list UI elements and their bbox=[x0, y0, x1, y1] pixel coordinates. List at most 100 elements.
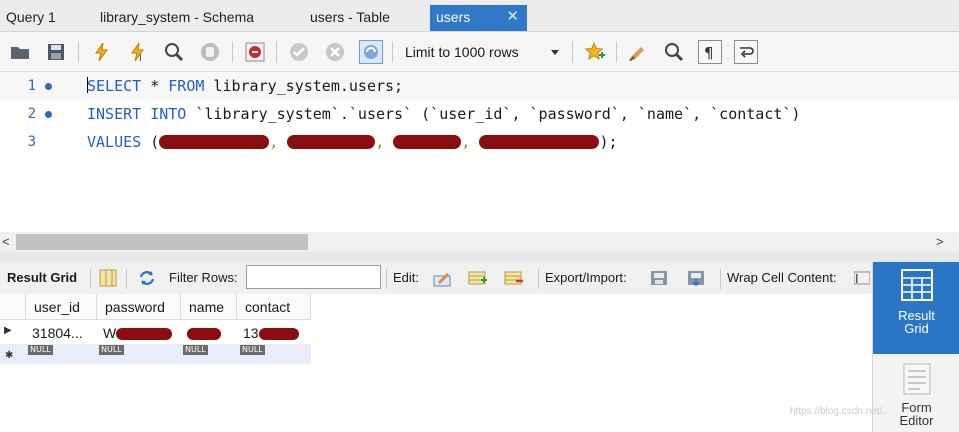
column-header-contact[interactable]: contact bbox=[237, 294, 311, 320]
toolbar-separator bbox=[276, 41, 277, 63]
code-token: * bbox=[141, 77, 169, 95]
editor-line-2: 2 INSERT INTO `library_system`.`users` (… bbox=[0, 100, 959, 128]
tab-label: Query 1 bbox=[6, 9, 56, 25]
grid-columns-icon[interactable] bbox=[98, 268, 118, 288]
redacted-value bbox=[187, 328, 221, 340]
toolbar-separator bbox=[572, 41, 573, 63]
stop-hand-icon[interactable] bbox=[198, 40, 222, 64]
execute-current-lightning-icon[interactable]: I bbox=[126, 40, 150, 64]
insert-row-icon[interactable] bbox=[467, 268, 487, 288]
form-editor-view-button[interactable]: Form Editor bbox=[873, 358, 959, 432]
code-token: library_system.users; bbox=[204, 77, 404, 95]
wrap-cell-content-label: Wrap Cell Content: bbox=[727, 270, 837, 285]
rollback-x-icon[interactable] bbox=[323, 40, 347, 64]
null-badge: NULL bbox=[99, 345, 124, 355]
result-grid-label: Result Grid bbox=[7, 270, 78, 285]
column-header-name[interactable]: name bbox=[181, 294, 237, 320]
result-grid-view-label: Result Grid bbox=[873, 309, 959, 335]
cell-text: 13 bbox=[243, 325, 259, 341]
filter-rows-input[interactable] bbox=[246, 265, 381, 289]
limit-rows-select[interactable]: Limit to 1000 rows bbox=[398, 40, 566, 64]
svg-text:¶: ¶ bbox=[704, 44, 714, 62]
code-token: `library_system`.`users` (`user_id`, `pa… bbox=[186, 105, 801, 123]
code-keyword: VALUES bbox=[87, 133, 142, 151]
edit-row-icon[interactable] bbox=[432, 268, 452, 288]
line-number: 2 bbox=[27, 106, 36, 122]
execute-lightning-icon[interactable] bbox=[90, 40, 114, 64]
bookmark-star-icon[interactable] bbox=[583, 40, 607, 64]
result-grid[interactable]: user_id password name contact ▶ 31804...… bbox=[0, 294, 872, 432]
tab-library-system-schema[interactable]: library_system - Schema bbox=[94, 5, 294, 31]
null-badge: NULL bbox=[240, 345, 265, 355]
code-text: INSERT INTO `library_system`.`users` (`u… bbox=[87, 100, 800, 128]
code-token: ( bbox=[141, 133, 160, 151]
code-text: SELECT * FROM library_system.users; bbox=[87, 72, 403, 100]
invisible-chars-icon[interactable]: ¶ bbox=[698, 40, 722, 64]
wrap-cell-toggle-icon[interactable]: I bbox=[853, 268, 871, 288]
editor-line-3: 3 VALUES (, , , ); bbox=[0, 128, 959, 156]
watermark: https://blog.csdn.net/... bbox=[790, 406, 891, 417]
open-folder-icon[interactable] bbox=[8, 40, 32, 64]
column-header-user-id[interactable]: user_id bbox=[26, 294, 97, 320]
redacted-value bbox=[287, 135, 376, 149]
redacted-value bbox=[479, 135, 600, 149]
beautify-broom-icon[interactable] bbox=[626, 40, 650, 64]
tab-label: users - Table bbox=[310, 9, 390, 25]
explain-magnifier-icon[interactable] bbox=[162, 40, 186, 64]
tab-query-1[interactable]: Query 1 bbox=[0, 5, 92, 31]
toolbar-separator bbox=[392, 41, 393, 63]
code-keyword: SELECT bbox=[87, 77, 142, 95]
filter-rows-label: Filter Rows: bbox=[169, 270, 238, 285]
cell-contact[interactable]: 13 bbox=[237, 323, 311, 343]
toolbar-separator bbox=[78, 41, 79, 63]
code-text: VALUES (, , , ); bbox=[87, 133, 618, 151]
toolbar-separator bbox=[538, 269, 539, 289]
tab-label: users bbox=[436, 9, 471, 25]
cell-user-id[interactable]: 31804... bbox=[26, 323, 97, 343]
refresh-icon[interactable] bbox=[137, 268, 157, 288]
export-icon[interactable] bbox=[649, 268, 669, 288]
svg-text:I: I bbox=[139, 54, 142, 63]
delete-row-icon[interactable] bbox=[503, 268, 523, 288]
redacted-value bbox=[258, 328, 299, 340]
find-icon[interactable] bbox=[662, 40, 686, 64]
commit-check-icon[interactable] bbox=[287, 40, 311, 64]
grid-icon bbox=[900, 269, 933, 301]
result-toolbar: Result Grid Filter Rows: Edit: Export/Im… bbox=[0, 262, 872, 294]
tab-users-table[interactable]: users - Table bbox=[304, 5, 424, 31]
line-number: 1 bbox=[27, 78, 36, 94]
chevron-down-icon bbox=[551, 50, 559, 55]
cell-name[interactable] bbox=[181, 323, 237, 343]
save-icon[interactable] bbox=[44, 40, 68, 64]
result-grid-view-button[interactable]: Result Grid bbox=[873, 262, 959, 354]
tab-bar: Query 1 library_system - Schema users - … bbox=[0, 0, 959, 32]
wrap-lines-icon[interactable] bbox=[734, 40, 758, 64]
panel-splitter[interactable] bbox=[0, 252, 959, 262]
cell-text: W bbox=[103, 325, 117, 341]
redacted-value bbox=[393, 135, 462, 149]
null-badge: NULL bbox=[183, 345, 208, 355]
tab-users[interactable]: users ✕ bbox=[430, 5, 527, 31]
scroll-right-icon[interactable]: > bbox=[936, 234, 944, 249]
toolbar-separator bbox=[386, 269, 387, 289]
scrollbar-thumb[interactable] bbox=[16, 234, 308, 250]
edit-label: Edit: bbox=[393, 270, 420, 285]
limit-rows-value: Limit to 1000 rows bbox=[405, 44, 519, 60]
scroll-left-icon[interactable]: < bbox=[2, 234, 10, 249]
editor-toolbar: I Limit to 1000 rows ¶ bbox=[0, 32, 959, 72]
close-icon[interactable]: ✕ bbox=[506, 5, 519, 29]
redacted-value bbox=[159, 135, 270, 149]
cell-password[interactable]: W bbox=[97, 323, 181, 343]
toggle-error-stop-icon[interactable] bbox=[243, 40, 267, 64]
toolbar-separator bbox=[90, 269, 91, 289]
sql-editor[interactable]: 1 SELECT * FROM library_system.users; 2 … bbox=[0, 72, 959, 232]
import-icon[interactable] bbox=[686, 268, 706, 288]
row-header-corner bbox=[0, 294, 26, 320]
autocommit-icon[interactable] bbox=[359, 40, 383, 64]
code-token: ); bbox=[599, 133, 618, 151]
redacted-value bbox=[116, 328, 173, 340]
editor-line-1: 1 SELECT * FROM library_system.users; bbox=[0, 72, 959, 100]
editor-horizontal-scrollbar[interactable]: < > bbox=[0, 232, 959, 252]
column-header-password[interactable]: password bbox=[97, 294, 181, 320]
code-keyword: FROM bbox=[168, 77, 205, 95]
